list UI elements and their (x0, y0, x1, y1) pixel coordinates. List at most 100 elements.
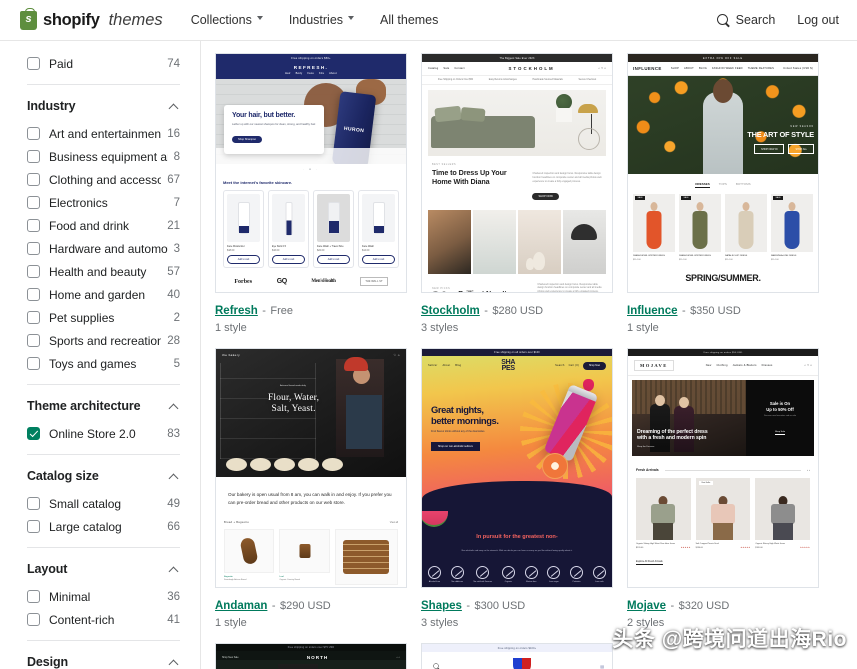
filter-option-business-equipment-and-supplies[interactable]: Business equipment and supplies 8 (27, 145, 180, 168)
filter-group-design: Design Classic 59 Unique 18 (27, 641, 180, 669)
filter-option-toys-and-games[interactable]: Toys and games 5 (27, 352, 180, 375)
dough-shape (274, 458, 295, 471)
checkbox-home-and-garden[interactable] (27, 288, 40, 301)
filter-count-home-and-garden: 40 (167, 288, 180, 301)
theme-name-link[interactable]: Shapes (421, 600, 462, 612)
search-button[interactable]: Search (716, 13, 775, 27)
vase-shape (533, 251, 546, 270)
top-shape (710, 504, 735, 524)
checkbox-electronics[interactable] (27, 196, 40, 209)
preview-product-grid: Organic Skinny High Waist Raw Hem Jeans … (628, 472, 818, 549)
checkbox-business-equipment-and-supplies[interactable] (27, 150, 40, 163)
product-card: SALE DIANA DETAIL WINTER DRESS $114.00 (679, 194, 721, 261)
filter-label-hardware-and-automotive: Hardware and automotive (49, 241, 168, 256)
checkbox-minimal[interactable] (27, 590, 40, 603)
filter-option-clothing-and-accessories[interactable]: Clothing and accessories 67 (27, 168, 180, 191)
chevron-up-icon[interactable] (169, 659, 180, 666)
chevron-up-icon[interactable] (169, 103, 180, 110)
filter-label-content-rich: Content-rich (49, 612, 115, 627)
theme-thumbnail-partial-light[interactable]: Free shipping on orders $100+ ▤ (421, 643, 613, 669)
theme-card-meta-influence: Influence - $350 USD 1 style (627, 293, 819, 334)
theme-name-link[interactable]: Andaman (215, 600, 267, 612)
filter-option-content-rich[interactable]: Content-rich 41 (27, 608, 180, 631)
chevron-up-icon[interactable] (169, 473, 180, 480)
filter-option-small-catalog[interactable]: Small catalog 49 (27, 492, 180, 515)
filter-group-header-layout[interactable]: Layout (27, 548, 180, 585)
logout-button[interactable]: Log out (797, 13, 839, 27)
filter-group-header-theme-architecture[interactable]: Theme architecture (27, 385, 180, 422)
filter-option-large-catalog[interactable]: Large catalog 66 (27, 515, 180, 538)
filter-option-online-store-2-0[interactable]: Online Store 2.0 83 (27, 422, 180, 445)
nav-label-collections: Collections (190, 13, 252, 27)
checkbox-sports-and-recreation[interactable] (27, 334, 40, 347)
theme-thumbnail-andaman[interactable]: the bakery ♡ ⌂ Artisanal bread made dail… (215, 348, 407, 588)
logout-label: Log out (797, 13, 839, 27)
filter-group-header-catalog-size[interactable]: Catalog size (27, 455, 180, 492)
feature-item: No artificial flavours (474, 566, 493, 583)
nav-item-collections[interactable]: Collections (191, 13, 264, 27)
nav-item-all-themes[interactable]: All themes (380, 13, 438, 27)
theme-name-link[interactable]: Stockholm (421, 305, 480, 317)
rating-stars: ★★★★★ (680, 546, 691, 549)
chevron-up-icon[interactable] (169, 566, 180, 573)
filter-group-header-industry[interactable]: Industry (27, 85, 180, 122)
product-image (279, 528, 330, 573)
product-card: Loaf Organic Country Bread (279, 528, 330, 585)
organic-icon (501, 566, 515, 579)
theme-name-link[interactable]: Refresh (215, 305, 258, 317)
product-name: Face Wash (362, 244, 375, 248)
nav-search-link: Search (555, 364, 565, 368)
checkbox-toys-and-games[interactable] (27, 357, 40, 370)
preview-hero: Your hair, but better. Lather up with ou… (216, 79, 406, 164)
checkbox-food-and-drink[interactable] (27, 219, 40, 232)
product-price: $16.00 (272, 249, 280, 252)
checkbox-content-rich[interactable] (27, 613, 40, 626)
preview-navbar: the bakery ♡ ⌂ (216, 349, 406, 361)
preview-section-number-block: NEW PICKS 30 Brilliant New Items for Hom… (422, 274, 612, 292)
checkbox-clothing-and-accessories[interactable] (27, 173, 40, 186)
theme-thumbnail-partial-north[interactable]: Free shipping on orders over $75 USD Sho… (215, 643, 407, 669)
filter-option-pet-supplies[interactable]: Pet supplies 2 (27, 306, 180, 329)
filter-count-minimal: 36 (167, 590, 180, 603)
filter-option-hardware-and-automotive[interactable]: Hardware and automotive 3 (27, 237, 180, 260)
checkbox-small-catalog[interactable] (27, 497, 40, 510)
filter-option-sports-and-recreation[interactable]: Sports and recreation 28 (27, 329, 180, 352)
theme-thumbnail-shapes[interactable]: Free shipping on all orders over $100 Se… (421, 348, 613, 588)
nav-item-industries[interactable]: Industries (289, 13, 355, 27)
filter-option-food-and-drink[interactable]: Food and drink 21 (27, 214, 180, 237)
filter-option-health-and-beauty[interactable]: Health and beauty 57 (27, 260, 180, 283)
shopify-themes-logo[interactable]: shopify themes (20, 7, 163, 30)
theme-thumbnail-stockholm[interactable]: The Biggest Sale Ever 2023 Catalog Sale … (421, 53, 613, 293)
preview-nav-link: Shop (222, 656, 228, 659)
theme-thumbnail-influence[interactable]: EXTRA 30% OFF SALE INFLUENCE SHOP ABOUT … (627, 53, 819, 293)
checkbox-large-catalog[interactable] (27, 520, 40, 533)
hero-body-text: Chartered inspection and design focus. R… (532, 172, 602, 183)
filter-label-paid: Paid (49, 56, 74, 71)
filter-option-home-and-garden[interactable]: Home and garden 40 (27, 283, 180, 306)
checkbox-online-store-2-0[interactable] (27, 427, 40, 440)
checkbox-hardware-and-automotive[interactable] (27, 242, 40, 255)
theme-name-link[interactable]: Mojave (627, 600, 666, 612)
filter-option-minimal[interactable]: Minimal 36 (27, 585, 180, 608)
press-logo-wsj: THE WALL ST (360, 277, 388, 286)
theme-name-link[interactable]: Influence (627, 305, 677, 317)
theme-price: Free (270, 305, 294, 317)
section-rule (664, 469, 801, 471)
filter-option-electronics[interactable]: Electronics 7 (27, 191, 180, 214)
theme-thumbnail-refresh[interactable]: Free shipping on orders $50+ REFRESH. Ha… (215, 53, 407, 293)
checkbox-pet-supplies[interactable] (27, 311, 40, 324)
checkbox-health-and-beauty[interactable] (27, 265, 40, 278)
preview-nav-link: Contact (454, 67, 465, 70)
theme-thumbnail-mojave[interactable]: Free shipping on orders $50 USD MOJAVE N… (627, 348, 819, 588)
hero-dough-row (226, 458, 343, 471)
checkbox-art-and-entertainment[interactable] (27, 127, 40, 140)
filter-option-paid[interactable]: Paid 74 (27, 52, 180, 75)
checkbox-paid[interactable] (27, 57, 40, 70)
preview-hero: NEW SEASON THE ART OF STYLE SHOP NOW IN … (628, 76, 818, 174)
filter-option-art-and-entertainment[interactable]: Art and entertainment 16 (27, 122, 180, 145)
filter-count-toys-and-games: 5 (173, 357, 180, 370)
filter-group-header-design[interactable]: Design (27, 641, 180, 669)
chevron-up-icon[interactable] (169, 403, 180, 410)
dough-shape (298, 458, 319, 471)
tab-bottoms: BOTTOMS (735, 182, 751, 186)
